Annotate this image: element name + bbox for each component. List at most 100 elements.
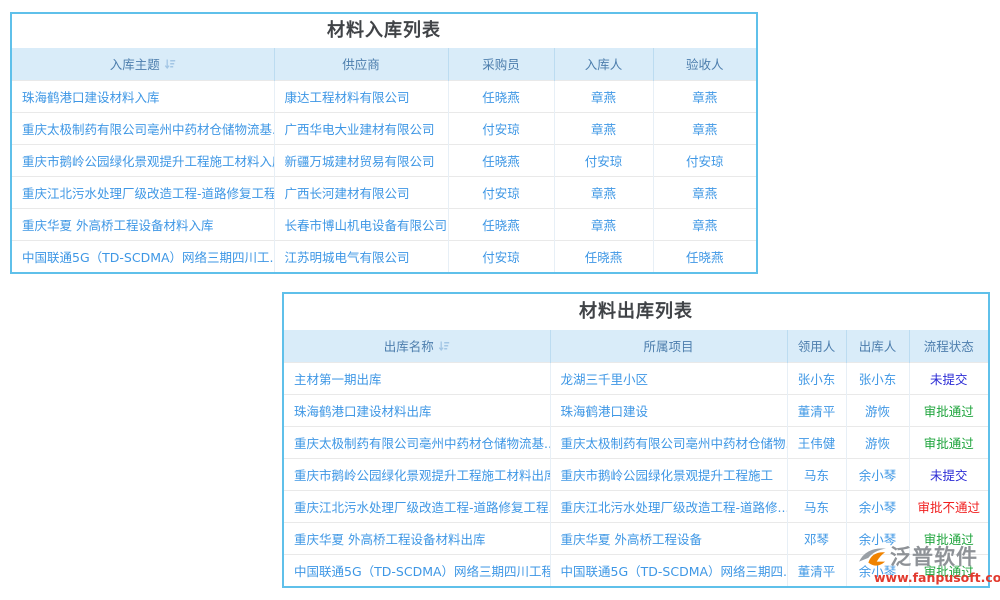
issuer-cell: 游恢 <box>846 394 909 426</box>
table-row: 重庆华夏 外高桥工程设备材料入库 长春市博山机电设备有限公司 任晓燕 章燕 章燕 <box>12 208 756 240</box>
inbound-table-body: 珠海鹤港口建设材料入库 康达工程材料有限公司 任晓燕 章燕 章燕 重庆太极制药有… <box>12 80 756 272</box>
outbound-name-cell: 主材第一期出库 <box>284 362 550 394</box>
inbound-subject-cell: 中国联通5G（TD-SCDMA）网络三期四川工... <box>12 240 274 272</box>
outbound-name-cell: 重庆华夏 外高桥工程设备材料出库 <box>284 522 550 554</box>
outbound-name-cell: 中国联通5G（TD-SCDMA）网络三期四川工程... <box>284 554 550 586</box>
column-header-recipient: 领用人 <box>787 330 846 362</box>
issuer-cell: 余小琴 <box>846 490 909 522</box>
recipient-cell: 马东 <box>787 490 846 522</box>
inspector-cell: 章燕 <box>653 80 756 112</box>
watermark-url: www.fanpusoft.com <box>874 572 998 585</box>
issuer-cell: 余小琴 <box>846 458 909 490</box>
status-badge: 未提交 <box>909 458 988 490</box>
column-header-label: 出库名称 <box>384 339 434 354</box>
table-row: 重庆市鹅岭公园绿化景观提升工程施工材料出库 重庆市鹅岭公园绿化景观提升工程施工 … <box>284 458 988 490</box>
inbound-subject-link[interactable]: 中国联通5G（TD-SCDMA）网络三期四川工... <box>22 250 274 265</box>
project-cell: 中国联通5G（TD-SCDMA）网络三期四... <box>550 554 787 586</box>
table-row: 主材第一期出库 龙湖三千里小区 张小东 张小东 未提交 <box>284 362 988 394</box>
inspector-cell: 章燕 <box>653 208 756 240</box>
outbound-name-cell: 重庆江北污水处理厂级改造工程-道路修复工程... <box>284 490 550 522</box>
table-row: 重庆江北污水处理厂级改造工程-道路修复工程... 重庆江北污水处理厂级改造工程-… <box>284 490 988 522</box>
issuer-cell: 张小东 <box>846 362 909 394</box>
inbound-subject-cell: 重庆市鹅岭公园绿化景观提升工程施工材料入库 <box>12 144 274 176</box>
receiver-cell: 付安琼 <box>554 144 653 176</box>
fanpusoft-logo-icon <box>858 544 888 570</box>
supplier-cell: 江苏明城电气有限公司 <box>274 240 448 272</box>
purchaser-cell: 任晓燕 <box>448 144 554 176</box>
inbound-subject-link[interactable]: 重庆太极制药有限公司亳州中药材仓储物流基... <box>22 122 274 137</box>
inspector-cell: 任晓燕 <box>653 240 756 272</box>
column-header-inspector: 验收人 <box>653 48 756 80</box>
fanpusoft-watermark: 泛普软件 www.fanpusoft.com <box>858 544 998 585</box>
purchaser-cell: 付安琼 <box>448 240 554 272</box>
status-badge: 未提交 <box>909 362 988 394</box>
inbound-subject-cell: 珠海鹤港口建设材料入库 <box>12 80 274 112</box>
inbound-header-row: 入库主题 供应商 采购员 入库人 验收人 <box>12 48 756 80</box>
recipient-cell: 董清平 <box>787 554 846 586</box>
table-row: 重庆江北污水处理厂级改造工程-道路修复工程... 广西长河建材有限公司 付安琼 … <box>12 176 756 208</box>
supplier-cell: 康达工程材料有限公司 <box>274 80 448 112</box>
receiver-cell: 任晓燕 <box>554 240 653 272</box>
receiver-cell: 章燕 <box>554 208 653 240</box>
outbound-name-link[interactable]: 重庆市鹅岭公园绿化景观提升工程施工材料出库 <box>294 468 550 483</box>
inbound-subject-link[interactable]: 重庆市鹅岭公园绿化景观提升工程施工材料入库 <box>22 154 274 169</box>
purchaser-cell: 付安琼 <box>448 112 554 144</box>
project-cell: 重庆太极制药有限公司亳州中药材仓储物... <box>550 426 787 458</box>
recipient-cell: 邓琴 <box>787 522 846 554</box>
column-header-supplier: 供应商 <box>274 48 448 80</box>
inbound-list-panel: 材料入库列表 入库主题 供应商 采购员 入库人 验收人 珠海鹤港口建设材料入库 … <box>10 12 758 274</box>
outbound-name-cell: 重庆市鹅岭公园绿化景观提升工程施工材料出库 <box>284 458 550 490</box>
recipient-cell: 马东 <box>787 458 846 490</box>
sort-icon[interactable] <box>438 340 450 352</box>
status-badge: 审批不通过 <box>909 490 988 522</box>
supplier-cell: 广西长河建材有限公司 <box>274 176 448 208</box>
purchaser-cell: 任晓燕 <box>448 80 554 112</box>
outbound-name-link[interactable]: 重庆华夏 外高桥工程设备材料出库 <box>294 532 485 547</box>
inbound-subject-link[interactable]: 重庆华夏 外高桥工程设备材料入库 <box>22 218 213 233</box>
status-badge: 审批通过 <box>909 394 988 426</box>
status-badge: 审批通过 <box>909 426 988 458</box>
outbound-name-link[interactable]: 主材第一期出库 <box>294 372 382 387</box>
table-row: 重庆市鹅岭公园绿化景观提升工程施工材料入库 新疆万城建材贸易有限公司 任晓燕 付… <box>12 144 756 176</box>
project-cell: 龙湖三千里小区 <box>550 362 787 394</box>
column-header-project: 所属项目 <box>550 330 787 362</box>
project-cell: 重庆江北污水处理厂级改造工程-道路修... <box>550 490 787 522</box>
column-header-label: 入库主题 <box>110 57 160 72</box>
sort-icon[interactable] <box>164 58 176 70</box>
inbound-table-title: 材料入库列表 <box>12 14 756 48</box>
column-header-issuer: 出库人 <box>846 330 909 362</box>
column-header-inbound-subject[interactable]: 入库主题 <box>12 48 274 80</box>
receiver-cell: 章燕 <box>554 176 653 208</box>
issuer-cell: 游恢 <box>846 426 909 458</box>
receiver-cell: 章燕 <box>554 80 653 112</box>
column-header-outbound-name[interactable]: 出库名称 <box>284 330 550 362</box>
outbound-table-title: 材料出库列表 <box>284 294 988 330</box>
inspector-cell: 付安琼 <box>653 144 756 176</box>
outbound-name-link[interactable]: 珠海鹤港口建设材料出库 <box>294 404 432 419</box>
column-header-status: 流程状态 <box>909 330 988 362</box>
table-row: 重庆太极制药有限公司亳州中药材仓储物流基... 广西华电大业建材有限公司 付安琼… <box>12 112 756 144</box>
project-cell: 重庆市鹅岭公园绿化景观提升工程施工 <box>550 458 787 490</box>
receiver-cell: 章燕 <box>554 112 653 144</box>
outbound-name-link[interactable]: 重庆太极制药有限公司亳州中药材仓储物流基... <box>294 436 550 451</box>
outbound-name-link[interactable]: 中国联通5G（TD-SCDMA）网络三期四川工程... <box>294 564 550 579</box>
inbound-subject-link[interactable]: 重庆江北污水处理厂级改造工程-道路修复工程... <box>22 186 274 201</box>
recipient-cell: 张小东 <box>787 362 846 394</box>
project-cell: 重庆华夏 外高桥工程设备 <box>550 522 787 554</box>
watermark-brand-text: 泛普软件 <box>890 547 978 568</box>
column-header-receiver: 入库人 <box>554 48 653 80</box>
purchaser-cell: 付安琼 <box>448 176 554 208</box>
table-row: 珠海鹤港口建设材料出库 珠海鹤港口建设 董清平 游恢 审批通过 <box>284 394 988 426</box>
table-row: 珠海鹤港口建设材料入库 康达工程材料有限公司 任晓燕 章燕 章燕 <box>12 80 756 112</box>
supplier-cell: 新疆万城建材贸易有限公司 <box>274 144 448 176</box>
purchaser-cell: 任晓燕 <box>448 208 554 240</box>
supplier-cell: 长春市博山机电设备有限公司 <box>274 208 448 240</box>
column-header-purchaser: 采购员 <box>448 48 554 80</box>
table-row: 重庆太极制药有限公司亳州中药材仓储物流基... 重庆太极制药有限公司亳州中药材仓… <box>284 426 988 458</box>
supplier-cell: 广西华电大业建材有限公司 <box>274 112 448 144</box>
outbound-name-link[interactable]: 重庆江北污水处理厂级改造工程-道路修复工程... <box>294 500 550 515</box>
inbound-subject-cell: 重庆太极制药有限公司亳州中药材仓储物流基... <box>12 112 274 144</box>
inbound-subject-link[interactable]: 珠海鹤港口建设材料入库 <box>22 90 160 105</box>
recipient-cell: 董清平 <box>787 394 846 426</box>
inspector-cell: 章燕 <box>653 176 756 208</box>
